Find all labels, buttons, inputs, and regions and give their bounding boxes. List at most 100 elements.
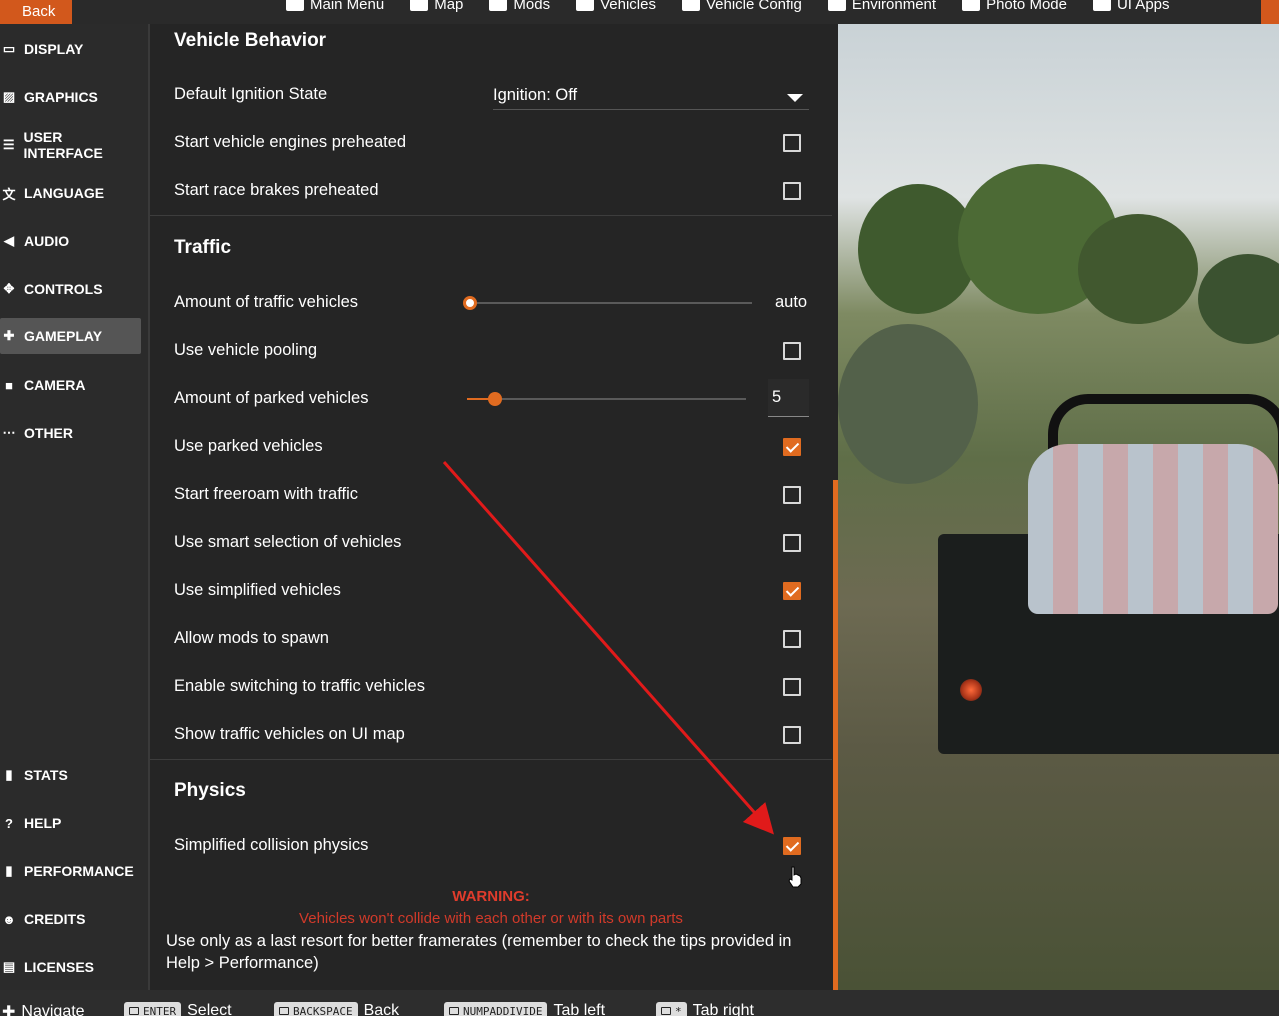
parked-amount-slider-track[interactable] (467, 398, 746, 400)
menu-main-menu[interactable]: Main Menu (286, 0, 396, 24)
warning-text: Vehicles won't collide with each other o… (299, 910, 683, 927)
vehicle-pooling-checkbox[interactable] (783, 342, 801, 360)
sidebar-item-user-interface[interactable]: ☰ USER INTERFACE (0, 128, 141, 162)
sidebar-item-audio[interactable]: ◀ AUDIO (0, 224, 141, 258)
simplified-vehicles-checkbox[interactable] (783, 582, 801, 600)
engines-preheated-label: Start vehicle engines preheated (174, 133, 407, 151)
sidebar-item-gameplay[interactable]: ✚ GAMEPLAY (0, 318, 141, 354)
hint-tab-right: * Tab right (656, 1002, 754, 1016)
tail-light (960, 679, 982, 701)
hand-cursor-icon (788, 866, 802, 888)
traffic-amount-value: auto (775, 293, 808, 311)
menu-ui-apps[interactable]: UI Apps (1092, 0, 1182, 24)
sidebar-item-label: OTHER (24, 425, 73, 441)
traffic-amount-slider-track[interactable] (470, 302, 752, 304)
freeroam-traffic-label: Start freeroam with traffic (174, 485, 359, 503)
sidebar-item-language[interactable]: 文 LANGUAGE (0, 176, 141, 210)
top-menu: Main Menu Map Mods Vehicles Vehicle Conf… (286, 0, 1196, 24)
warning-title: WARNING: (452, 888, 530, 905)
speaker-icon: ◀ (4, 233, 14, 248)
menu-environment[interactable]: Environment (827, 0, 948, 24)
sidebar-item-label: CONTROLS (24, 281, 103, 297)
hamburger-menu-button[interactable] (1261, 0, 1279, 24)
panel-scrollbar[interactable] (833, 480, 838, 990)
bar-chart-icon: ▮ (5, 767, 13, 782)
sidebar-item-stats[interactable]: ▮ STATS (0, 758, 141, 792)
armchair (1028, 444, 1278, 614)
use-parked-label: Use parked vehicles (174, 437, 323, 455)
menu-label: Main Menu (310, 0, 385, 13)
top-menu-bar: Back Main Menu Map Mods Vehicles Vehicle… (0, 0, 1279, 24)
menu-label: Photo Mode (986, 0, 1067, 13)
controls-hint-bar: ✚ Navigate ENTER Select BACKSPACE Back NUMP… (0, 990, 1279, 1016)
back-button[interactable]: Back (0, 0, 72, 24)
use-parked-checkbox[interactable] (783, 438, 801, 456)
menu-vehicle-config[interactable]: Vehicle Config (681, 0, 814, 24)
traffic-amount-slider-handle[interactable] (463, 296, 477, 310)
sidebar-item-label: GAMEPLAY (24, 328, 103, 344)
engines-preheated-checkbox[interactable] (783, 134, 801, 152)
sidebar-item-licenses[interactable]: ▤ LICENSES (0, 950, 141, 984)
section-divider (150, 759, 832, 760)
hint-label: Navigate (21, 1003, 85, 1016)
ignition-label: Default Ignition State (174, 85, 328, 103)
translate-icon: 文 (2, 186, 16, 202)
section-title-traffic: Traffic (174, 237, 232, 258)
sidebar-item-performance[interactable]: ▮ PERFORMANCE (0, 854, 141, 888)
sidebar-item-label: AUDIO (24, 233, 70, 249)
section-title-vehicle-behavior: Vehicle Behavior (174, 30, 327, 51)
weather-icon (827, 0, 846, 11)
menu-map[interactable]: Map (410, 0, 475, 24)
freeroam-traffic-checkbox[interactable] (783, 486, 801, 504)
parked-amount-slider-handle[interactable] (487, 392, 502, 406)
collision-physics-checkbox[interactable] (783, 837, 801, 855)
menu-label: Environment (851, 0, 937, 13)
brakes-preheated-checkbox[interactable] (783, 182, 801, 200)
brakes-preheated-label: Start race brakes preheated (174, 181, 379, 199)
vehicle-pooling-label: Use vehicle pooling (174, 341, 318, 359)
sidebar-item-label: LICENSES (24, 959, 95, 975)
key-label: NUMPADDIVIDE (463, 1004, 543, 1016)
dpad-icon: ✚ (2, 1004, 16, 1016)
menu-vehicles[interactable]: Vehicles (576, 0, 668, 24)
video-camera-icon: ■ (5, 377, 13, 393)
keyboard-icon (129, 1007, 139, 1015)
keyboard-key: ENTER (124, 1002, 182, 1016)
menu-photo-mode[interactable]: Photo Mode (962, 0, 1079, 24)
keyboard-icon (279, 1007, 289, 1015)
ignition-dropdown[interactable]: Ignition: Off (493, 84, 809, 110)
show-on-map-checkbox[interactable] (783, 726, 801, 744)
settings-sidebar: ▭ DISPLAY ▨ GRAPHICS ☰ USER INTERFACE 文 LANG… (0, 24, 148, 990)
parked-amount-input[interactable]: 5 (768, 379, 809, 417)
collision-physics-label: Simplified collision physics (174, 836, 369, 854)
sidebar-item-credits[interactable]: ☻ CREDITS (0, 902, 141, 936)
sidebar-item-other[interactable]: ⋯ OTHER (0, 416, 141, 450)
ui-icon: ☰ (2, 137, 15, 152)
menu-mods[interactable]: Mods (489, 0, 562, 24)
keyboard-key: BACKSPACE (274, 1002, 358, 1016)
show-on-map-label: Show traffic vehicles on UI map (174, 725, 405, 743)
performance-info-text: Use only as a last resort for better fra… (166, 932, 792, 972)
section-divider (150, 215, 832, 216)
mods-spawn-checkbox[interactable] (783, 630, 801, 648)
sidebar-item-display[interactable]: ▭ DISPLAY (0, 32, 141, 66)
gameplay-settings-panel: Vehicle Behavior Default Ignition State … (150, 24, 838, 990)
car-icon (576, 0, 595, 11)
ignition-value: Ignition: Off (493, 86, 578, 104)
menu-label: Vehicles (600, 0, 656, 13)
sidebar-item-help[interactable]: ? HELP (0, 806, 141, 840)
sidebar-item-camera[interactable]: ■ CAMERA (0, 368, 141, 402)
vehicle-config-icon (681, 0, 700, 11)
sidebar-item-graphics[interactable]: ▨ GRAPHICS (0, 80, 141, 114)
traffic-switching-checkbox[interactable] (783, 678, 801, 696)
back-label: Back (22, 3, 56, 20)
sidebar-item-controls[interactable]: ✥ CONTROLS (0, 272, 141, 306)
puzzle-icon: ✚ (3, 328, 15, 343)
hint-select: ENTER Select (124, 1002, 232, 1016)
sidebar-item-label: STATS (24, 767, 68, 783)
help-icon: ? (5, 815, 13, 831)
more-icon: ⋯ (2, 425, 16, 440)
smart-selection-checkbox[interactable] (783, 534, 801, 552)
gamepad-icon: ✥ (3, 281, 15, 296)
key-label: * (675, 1004, 682, 1016)
